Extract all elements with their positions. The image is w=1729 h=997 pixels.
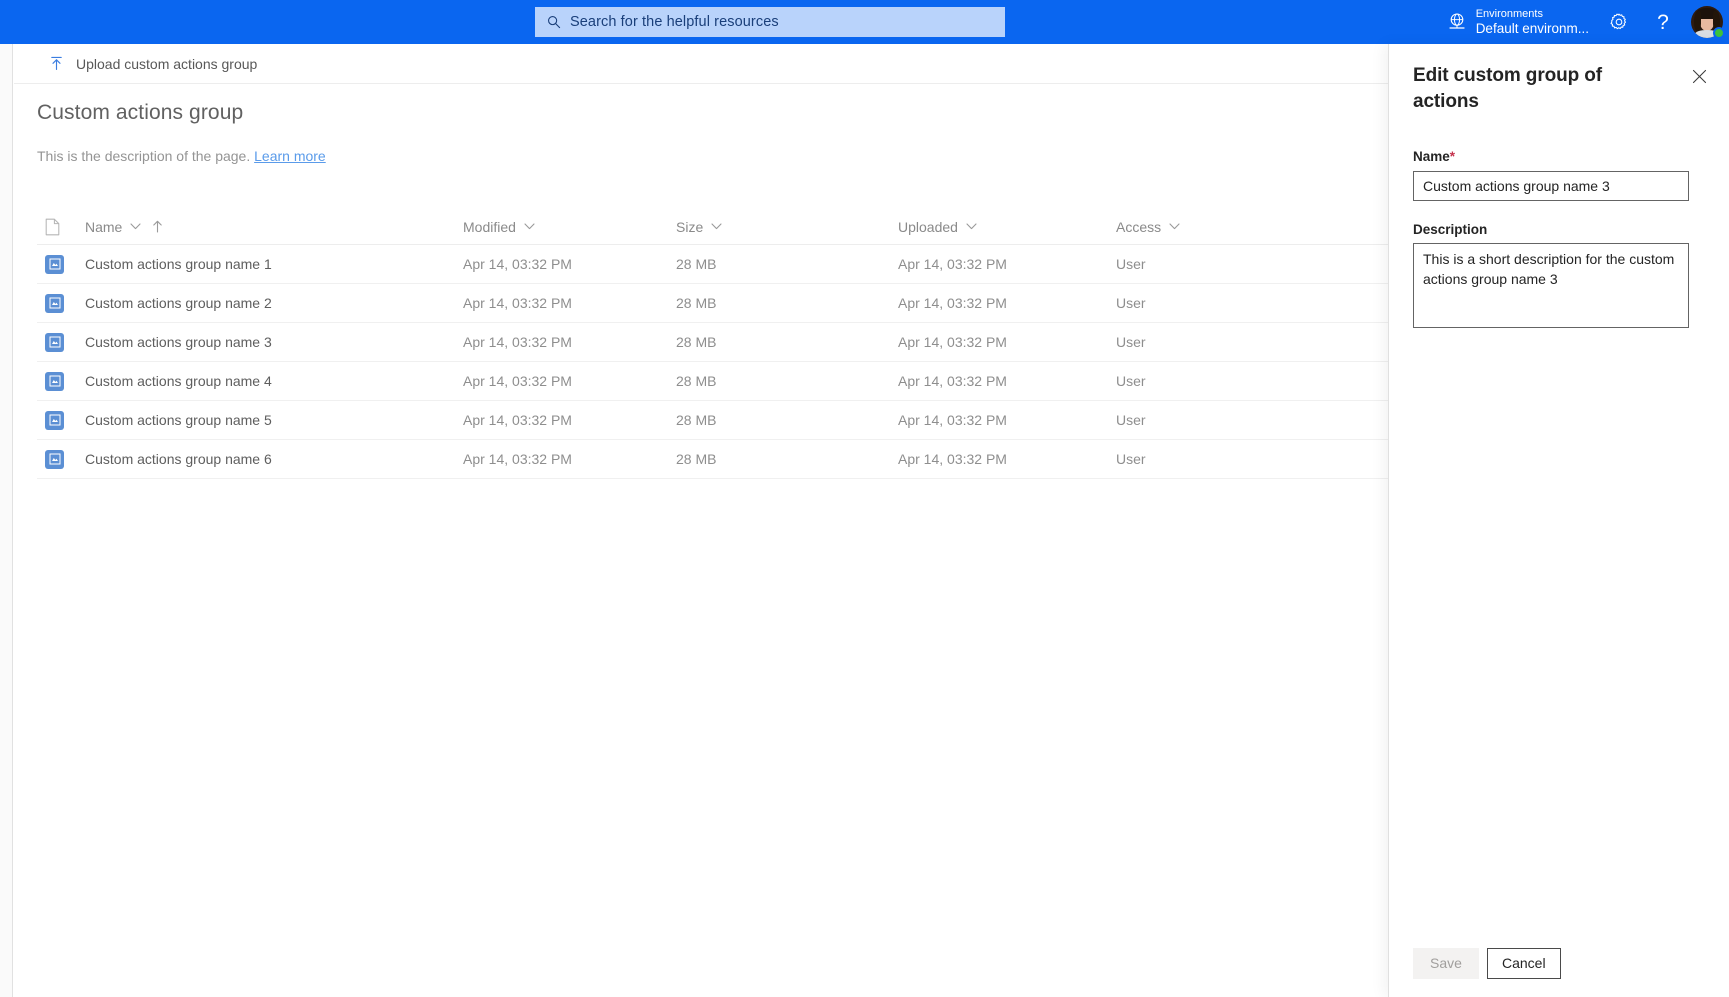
cell-size: 28 MB xyxy=(676,295,717,311)
row-icon-cell xyxy=(37,293,85,313)
environment-label: Environments xyxy=(1475,7,1543,20)
user-account-button[interactable] xyxy=(1685,0,1729,44)
page-title: Custom actions group xyxy=(37,101,244,124)
left-nav-rail xyxy=(0,44,13,997)
name-field-label: Name* xyxy=(1413,149,1455,164)
edit-custom-group-panel: Edit custom group of actions Name* Descr… xyxy=(1388,44,1729,997)
upload-button-label: Upload custom actions group xyxy=(76,55,258,72)
presence-available-badge xyxy=(1713,27,1725,39)
column-header-access-label: Access xyxy=(1116,218,1162,235)
save-button[interactable]: Save xyxy=(1413,947,1479,979)
cell-name: Custom actions group name 5 xyxy=(85,412,272,428)
page-description-text: This is the description of the page. xyxy=(37,148,251,164)
cell-name: Custom actions group name 3 xyxy=(85,334,272,350)
column-header-uploaded[interactable]: Uploaded xyxy=(898,219,1116,235)
column-header-size-label: Size xyxy=(676,218,704,235)
avatar-hair-left xyxy=(1694,11,1701,31)
upload-icon xyxy=(51,56,62,71)
panel-title: Edit custom group of actions xyxy=(1413,65,1603,112)
cell-modified: Apr 14, 03:32 PM xyxy=(463,334,572,350)
custom-action-group-icon xyxy=(45,371,64,391)
chevron-down-icon xyxy=(711,223,722,230)
column-header-icon[interactable] xyxy=(37,218,85,236)
custom-action-group-icon xyxy=(45,254,64,274)
page-description: This is the description of the page. Lea… xyxy=(37,148,326,164)
column-header-name-label: Name xyxy=(85,218,123,235)
row-icon-cell xyxy=(37,449,85,469)
description-field-label: Description xyxy=(1413,222,1488,237)
cell-modified: Apr 14, 03:32 PM xyxy=(463,373,572,389)
search-icon xyxy=(548,16,561,29)
cell-modified: Apr 14, 03:32 PM xyxy=(463,295,572,311)
cancel-button[interactable]: Cancel xyxy=(1487,947,1561,979)
close-icon xyxy=(1692,69,1706,83)
cell-uploaded: Apr 14, 03:32 PM xyxy=(898,295,1007,311)
custom-action-group-icon xyxy=(45,293,64,313)
row-icon-cell xyxy=(37,410,85,430)
help-button[interactable]: ? xyxy=(1641,0,1685,44)
name-input[interactable] xyxy=(1413,171,1689,201)
sort-ascending-icon xyxy=(153,220,163,233)
cell-name: Custom actions group name 2 xyxy=(85,295,272,311)
learn-more-link[interactable]: Learn more xyxy=(254,148,326,164)
upload-custom-actions-group-button[interactable]: Upload custom actions group xyxy=(40,45,267,83)
cell-size: 28 MB xyxy=(676,334,717,350)
cell-modified: Apr 14, 03:32 PM xyxy=(463,256,572,272)
cell-uploaded: Apr 14, 03:32 PM xyxy=(898,256,1007,272)
custom-action-group-icon xyxy=(45,449,64,469)
chevron-down-icon xyxy=(130,223,141,230)
panel-close-button[interactable] xyxy=(1683,60,1715,92)
required-marker: * xyxy=(1449,149,1456,164)
cell-uploaded: Apr 14, 03:32 PM xyxy=(898,373,1007,389)
global-search-box[interactable]: Search for the helpful resources xyxy=(535,7,1005,37)
cell-uploaded: Apr 14, 03:32 PM xyxy=(898,451,1007,467)
globe-icon xyxy=(1449,13,1465,29)
cell-size: 28 MB xyxy=(676,256,717,272)
column-header-size[interactable]: Size xyxy=(676,219,898,235)
chevron-down-icon xyxy=(524,223,535,230)
cell-name: Custom actions group name 6 xyxy=(85,451,272,467)
environment-switcher[interactable]: Environments Default environm... xyxy=(1439,0,1597,44)
cell-modified: Apr 14, 03:32 PM xyxy=(463,451,572,467)
custom-action-group-icon xyxy=(45,410,64,430)
panel-footer: Save Cancel xyxy=(1389,929,1729,997)
top-bar-actions: Environments Default environm... ? xyxy=(1439,0,1729,44)
row-icon-cell xyxy=(37,254,85,274)
name-field-label-text: Name xyxy=(1413,149,1450,164)
app-top-bar: Search for the helpful resources Environ… xyxy=(0,0,1729,44)
column-header-modified-label: Modified xyxy=(463,218,516,235)
cell-name: Custom actions group name 1 xyxy=(85,256,272,272)
custom-action-group-icon xyxy=(45,332,64,352)
cell-uploaded: Apr 14, 03:32 PM xyxy=(898,412,1007,428)
chevron-down-icon xyxy=(1169,223,1180,230)
column-header-modified[interactable]: Modified xyxy=(463,219,676,235)
row-icon-cell xyxy=(37,371,85,391)
cell-name: Custom actions group name 4 xyxy=(85,373,272,389)
gear-icon xyxy=(1610,13,1626,30)
global-search-placeholder: Search for the helpful resources xyxy=(570,14,779,30)
cell-size: 28 MB xyxy=(676,412,717,428)
settings-button[interactable] xyxy=(1597,0,1641,44)
description-textarea[interactable] xyxy=(1413,243,1689,328)
row-icon-cell xyxy=(37,332,85,352)
cell-size: 28 MB xyxy=(676,451,717,467)
cell-modified: Apr 14, 03:32 PM xyxy=(463,412,572,428)
environment-value: Default environm... xyxy=(1475,20,1589,36)
help-icon: ? xyxy=(1657,10,1669,34)
chevron-down-icon xyxy=(966,223,977,230)
document-icon xyxy=(45,218,60,235)
cell-size: 28 MB xyxy=(676,373,717,389)
column-header-name[interactable]: Name xyxy=(85,219,463,235)
column-header-uploaded-label: Uploaded xyxy=(898,218,958,235)
environment-text: Environments Default environm... xyxy=(1476,8,1589,36)
cell-uploaded: Apr 14, 03:32 PM xyxy=(898,334,1007,350)
